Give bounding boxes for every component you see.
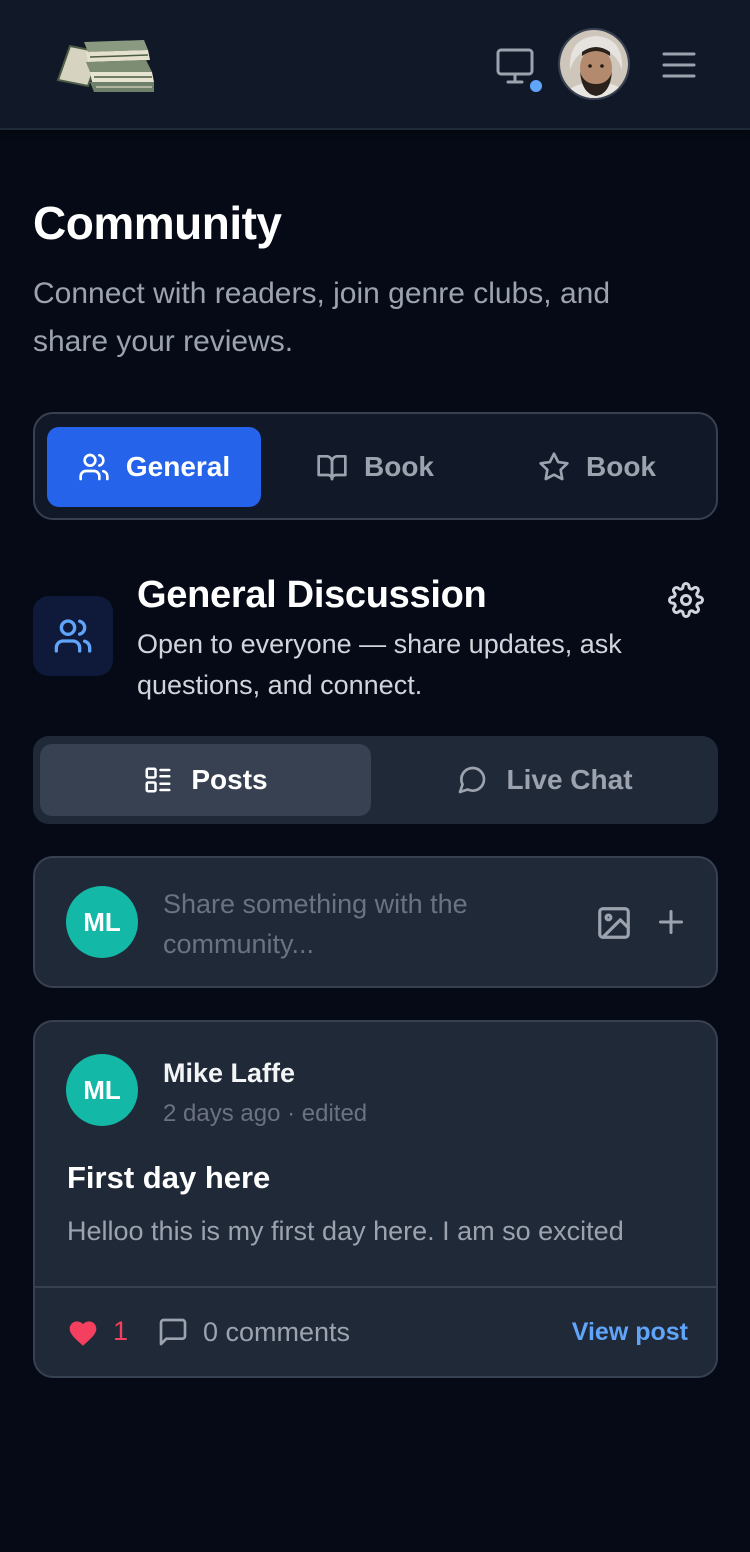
tab-book-label: Book — [364, 451, 434, 482]
club-tabs: General Book Book — [33, 412, 718, 520]
tab-general-label: General — [125, 451, 231, 482]
book-open-icon — [317, 455, 347, 481]
avatar: ML — [66, 1054, 138, 1126]
post-title: First day here — [67, 1160, 271, 1195]
page-title: Community — [33, 197, 282, 249]
tab-live-chat[interactable]: Live Chat — [379, 744, 710, 816]
chat-bubble-icon — [459, 766, 486, 794]
post-author[interactable]: Mike Laffe — [163, 1058, 295, 1089]
tab-book-label: Book — [586, 451, 656, 482]
tab-live-chat-label: Live Chat — [506, 764, 633, 795]
tab-posts[interactable]: Posts — [40, 744, 371, 816]
page-subtitle: Connect with readers, join genre clubs, … — [33, 277, 611, 358]
top-navbar — [0, 0, 750, 130]
list-icon — [145, 767, 171, 793]
view-post-link[interactable]: View post — [572, 1318, 688, 1347]
group-description: Open to everyone — share updates, ask qu… — [137, 629, 622, 700]
stacked-books-logo[interactable] — [56, 32, 156, 94]
post-card[interactable]: ML Mike Laffe 2 days ago · edited First … — [33, 1020, 718, 1378]
post-meta: 2 days ago · edited — [163, 1100, 368, 1127]
image-icon[interactable] — [595, 904, 633, 942]
notification-dot — [530, 80, 542, 92]
comments-count: 0 comments — [203, 1316, 351, 1347]
group-users-icon — [33, 596, 113, 676]
users-icon — [79, 453, 109, 481]
post-footer: 1 0 comments View post — [35, 1286, 716, 1376]
hamburger-menu-icon[interactable] — [660, 48, 698, 82]
user-avatar[interactable] — [558, 28, 630, 100]
like-count: 1 — [113, 1316, 129, 1346]
star-icon — [539, 452, 569, 481]
post-body: Helloo this is my first day here. I am s… — [67, 1216, 624, 1246]
post-composer: ML Share something with the community... — [33, 856, 718, 988]
heart-icon — [69, 1320, 97, 1346]
comments-button[interactable]: 0 comments — [157, 1316, 350, 1348]
gear-icon[interactable] — [668, 582, 704, 618]
composer-input[interactable]: Share something with the community... — [163, 884, 553, 964]
comment-icon — [159, 1318, 187, 1346]
group-title: General Discussion — [137, 574, 487, 616]
tab-book-clubs[interactable]: Book — [497, 427, 697, 507]
tab-general[interactable]: General — [47, 427, 261, 507]
plus-icon[interactable] — [653, 904, 689, 940]
avatar: ML — [66, 886, 138, 958]
tab-posts-label: Posts — [191, 764, 268, 795]
tab-book-reviews[interactable]: Book — [275, 427, 475, 507]
view-tabs: Posts Live Chat — [33, 736, 718, 824]
like-button[interactable]: 1 — [67, 1316, 128, 1347]
